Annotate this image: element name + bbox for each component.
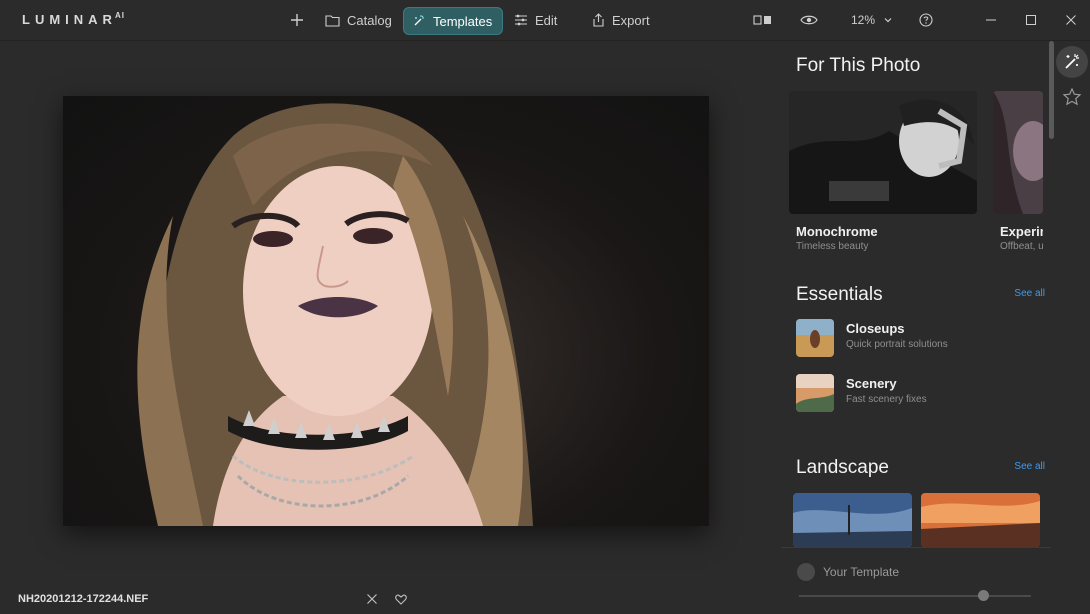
- add-icon[interactable]: [287, 10, 307, 30]
- app-logo: LUMINARAI: [22, 11, 125, 27]
- templates-panel: For This Photo Monochrome Timeless beaut…: [781, 41, 1051, 613]
- portrait-image: [137, 103, 533, 526]
- close-icon[interactable]: [1061, 10, 1081, 30]
- templates-label: Templates: [433, 13, 493, 29]
- file-name: NH20201212-172244.NEF: [18, 593, 149, 605]
- template-amount-slider[interactable]: [799, 595, 1031, 597]
- magic-wand-icon: [1065, 54, 1079, 69]
- featured-card-experimental[interactable]: [993, 91, 1043, 214]
- featured-name-1: Monochrome: [796, 224, 878, 239]
- landscape-see-all-link[interactable]: See all: [1014, 461, 1045, 472]
- your-template-bar: Your Template: [781, 547, 1051, 614]
- star-icon: [1062, 87, 1082, 106]
- folder-icon: [325, 14, 340, 27]
- maximize-icon[interactable]: [1021, 10, 1041, 30]
- export-tab[interactable]: Export: [592, 7, 650, 33]
- essentials-see-all-link[interactable]: See all: [1014, 288, 1045, 299]
- catalog-tab[interactable]: Catalog: [325, 7, 392, 33]
- export-label: Export: [612, 12, 650, 28]
- closeups-desc: Quick portrait solutions: [846, 339, 948, 350]
- templates-tab[interactable]: Templates: [403, 7, 504, 35]
- scenery-label[interactable]: Scenery: [846, 376, 897, 391]
- main-photo[interactable]: [63, 96, 709, 526]
- reject-icon[interactable]: [362, 589, 382, 609]
- essentials-title: Essentials: [796, 284, 883, 305]
- help-icon[interactable]: [916, 10, 936, 30]
- monochrome-thumbnail: [789, 91, 977, 214]
- sliders-icon: [515, 14, 527, 26]
- landscape-title: Landscape: [796, 457, 889, 478]
- featured-name-2: Experim: [1000, 224, 1043, 239]
- your-template-label: Your Template: [823, 565, 900, 579]
- landscape-card-2[interactable]: [921, 493, 1040, 547]
- zoom-level[interactable]: 12%: [851, 13, 875, 27]
- closeups-thumbnail[interactable]: [796, 319, 834, 357]
- featured-card-monochrome[interactable]: [789, 91, 977, 214]
- magic-wand-icon: [414, 15, 424, 26]
- closeups-label[interactable]: Closeups: [846, 321, 905, 336]
- chevron-down-icon[interactable]: [883, 12, 893, 30]
- edit-label: Edit: [535, 12, 558, 28]
- edit-tab[interactable]: Edit: [514, 7, 557, 33]
- for-this-photo-title: For This Photo: [796, 55, 921, 76]
- featured-desc-2: Offbeat, u: [1000, 241, 1043, 252]
- templates-tool-button[interactable]: [1056, 46, 1088, 78]
- minimize-icon[interactable]: [981, 10, 1001, 30]
- top-bar: LUMINARAI Catalog Templates Edit Export …: [0, 0, 1090, 41]
- scenery-thumbnail[interactable]: [796, 374, 834, 412]
- slider-knob[interactable]: [978, 590, 989, 601]
- catalog-label: Catalog: [347, 12, 392, 28]
- compare-icon[interactable]: [753, 10, 773, 30]
- side-toolbar: [1054, 41, 1090, 613]
- featured-desc-1: Timeless beauty: [796, 241, 869, 252]
- scenery-desc: Fast scenery fixes: [846, 394, 927, 405]
- favorites-tool-button[interactable]: [1056, 81, 1088, 113]
- share-icon: [593, 13, 604, 27]
- template-toggle[interactable]: [797, 563, 815, 581]
- experimental-thumbnail: [993, 91, 1043, 214]
- heart-icon[interactable]: [391, 589, 411, 609]
- eye-icon[interactable]: [799, 10, 819, 30]
- landscape-card-1[interactable]: [793, 493, 912, 547]
